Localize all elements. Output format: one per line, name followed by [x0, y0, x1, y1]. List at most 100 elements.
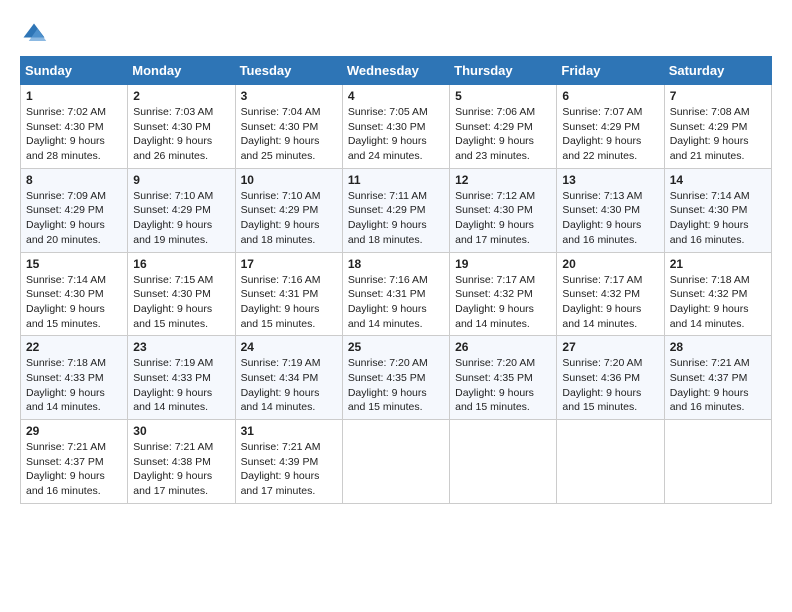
day-info: Sunrise: 7:03 AM Sunset: 4:30 PM Dayligh…: [133, 105, 229, 164]
calendar-cell: [664, 420, 771, 504]
calendar-cell: [342, 420, 449, 504]
day-number: 7: [670, 89, 766, 103]
day-info: Sunrise: 7:02 AM Sunset: 4:30 PM Dayligh…: [26, 105, 122, 164]
column-header-friday: Friday: [557, 57, 664, 85]
calendar-cell: 23 Sunrise: 7:19 AM Sunset: 4:33 PM Dayl…: [128, 336, 235, 420]
day-number: 10: [241, 173, 337, 187]
day-info: Sunrise: 7:08 AM Sunset: 4:29 PM Dayligh…: [670, 105, 766, 164]
day-info: Sunrise: 7:18 AM Sunset: 4:32 PM Dayligh…: [670, 273, 766, 332]
day-number: 14: [670, 173, 766, 187]
column-header-saturday: Saturday: [664, 57, 771, 85]
day-number: 28: [670, 340, 766, 354]
calendar-cell: [557, 420, 664, 504]
calendar-cell: 13 Sunrise: 7:13 AM Sunset: 4:30 PM Dayl…: [557, 168, 664, 252]
day-info: Sunrise: 7:15 AM Sunset: 4:30 PM Dayligh…: [133, 273, 229, 332]
calendar-week-row: 15 Sunrise: 7:14 AM Sunset: 4:30 PM Dayl…: [21, 252, 772, 336]
calendar-cell: 26 Sunrise: 7:20 AM Sunset: 4:35 PM Dayl…: [450, 336, 557, 420]
day-number: 22: [26, 340, 122, 354]
calendar-table: SundayMondayTuesdayWednesdayThursdayFrid…: [20, 56, 772, 504]
column-header-tuesday: Tuesday: [235, 57, 342, 85]
day-info: Sunrise: 7:16 AM Sunset: 4:31 PM Dayligh…: [241, 273, 337, 332]
calendar-cell: 16 Sunrise: 7:15 AM Sunset: 4:30 PM Dayl…: [128, 252, 235, 336]
calendar-cell: 17 Sunrise: 7:16 AM Sunset: 4:31 PM Dayl…: [235, 252, 342, 336]
day-info: Sunrise: 7:10 AM Sunset: 4:29 PM Dayligh…: [133, 189, 229, 248]
day-info: Sunrise: 7:05 AM Sunset: 4:30 PM Dayligh…: [348, 105, 444, 164]
calendar-cell: 6 Sunrise: 7:07 AM Sunset: 4:29 PM Dayli…: [557, 85, 664, 169]
day-number: 21: [670, 257, 766, 271]
day-number: 4: [348, 89, 444, 103]
day-info: Sunrise: 7:19 AM Sunset: 4:34 PM Dayligh…: [241, 356, 337, 415]
calendar-week-row: 29 Sunrise: 7:21 AM Sunset: 4:37 PM Dayl…: [21, 420, 772, 504]
day-info: Sunrise: 7:14 AM Sunset: 4:30 PM Dayligh…: [26, 273, 122, 332]
calendar-cell: [450, 420, 557, 504]
day-info: Sunrise: 7:10 AM Sunset: 4:29 PM Dayligh…: [241, 189, 337, 248]
day-info: Sunrise: 7:13 AM Sunset: 4:30 PM Dayligh…: [562, 189, 658, 248]
day-info: Sunrise: 7:07 AM Sunset: 4:29 PM Dayligh…: [562, 105, 658, 164]
day-number: 24: [241, 340, 337, 354]
column-header-wednesday: Wednesday: [342, 57, 449, 85]
calendar-cell: 3 Sunrise: 7:04 AM Sunset: 4:30 PM Dayli…: [235, 85, 342, 169]
logo-icon: [20, 20, 48, 48]
calendar-cell: 5 Sunrise: 7:06 AM Sunset: 4:29 PM Dayli…: [450, 85, 557, 169]
day-info: Sunrise: 7:04 AM Sunset: 4:30 PM Dayligh…: [241, 105, 337, 164]
column-header-sunday: Sunday: [21, 57, 128, 85]
day-number: 9: [133, 173, 229, 187]
day-info: Sunrise: 7:06 AM Sunset: 4:29 PM Dayligh…: [455, 105, 551, 164]
calendar-cell: 11 Sunrise: 7:11 AM Sunset: 4:29 PM Dayl…: [342, 168, 449, 252]
day-number: 11: [348, 173, 444, 187]
calendar-cell: 12 Sunrise: 7:12 AM Sunset: 4:30 PM Dayl…: [450, 168, 557, 252]
calendar-week-row: 8 Sunrise: 7:09 AM Sunset: 4:29 PM Dayli…: [21, 168, 772, 252]
day-info: Sunrise: 7:09 AM Sunset: 4:29 PM Dayligh…: [26, 189, 122, 248]
day-number: 3: [241, 89, 337, 103]
calendar-cell: 10 Sunrise: 7:10 AM Sunset: 4:29 PM Dayl…: [235, 168, 342, 252]
day-info: Sunrise: 7:12 AM Sunset: 4:30 PM Dayligh…: [455, 189, 551, 248]
day-number: 2: [133, 89, 229, 103]
calendar-cell: 25 Sunrise: 7:20 AM Sunset: 4:35 PM Dayl…: [342, 336, 449, 420]
day-info: Sunrise: 7:21 AM Sunset: 4:37 PM Dayligh…: [26, 440, 122, 499]
day-number: 23: [133, 340, 229, 354]
day-number: 13: [562, 173, 658, 187]
day-info: Sunrise: 7:20 AM Sunset: 4:35 PM Dayligh…: [455, 356, 551, 415]
calendar-cell: 29 Sunrise: 7:21 AM Sunset: 4:37 PM Dayl…: [21, 420, 128, 504]
calendar-cell: 7 Sunrise: 7:08 AM Sunset: 4:29 PM Dayli…: [664, 85, 771, 169]
calendar-cell: 14 Sunrise: 7:14 AM Sunset: 4:30 PM Dayl…: [664, 168, 771, 252]
calendar-cell: 9 Sunrise: 7:10 AM Sunset: 4:29 PM Dayli…: [128, 168, 235, 252]
calendar-cell: 4 Sunrise: 7:05 AM Sunset: 4:30 PM Dayli…: [342, 85, 449, 169]
day-number: 27: [562, 340, 658, 354]
day-number: 1: [26, 89, 122, 103]
day-number: 15: [26, 257, 122, 271]
day-number: 17: [241, 257, 337, 271]
day-info: Sunrise: 7:21 AM Sunset: 4:39 PM Dayligh…: [241, 440, 337, 499]
day-number: 29: [26, 424, 122, 438]
day-number: 16: [133, 257, 229, 271]
day-info: Sunrise: 7:17 AM Sunset: 4:32 PM Dayligh…: [455, 273, 551, 332]
calendar-cell: 15 Sunrise: 7:14 AM Sunset: 4:30 PM Dayl…: [21, 252, 128, 336]
day-info: Sunrise: 7:19 AM Sunset: 4:33 PM Dayligh…: [133, 356, 229, 415]
day-number: 31: [241, 424, 337, 438]
calendar-week-row: 22 Sunrise: 7:18 AM Sunset: 4:33 PM Dayl…: [21, 336, 772, 420]
calendar-cell: 20 Sunrise: 7:17 AM Sunset: 4:32 PM Dayl…: [557, 252, 664, 336]
day-info: Sunrise: 7:16 AM Sunset: 4:31 PM Dayligh…: [348, 273, 444, 332]
day-number: 8: [26, 173, 122, 187]
day-info: Sunrise: 7:17 AM Sunset: 4:32 PM Dayligh…: [562, 273, 658, 332]
day-info: Sunrise: 7:20 AM Sunset: 4:35 PM Dayligh…: [348, 356, 444, 415]
day-info: Sunrise: 7:21 AM Sunset: 4:37 PM Dayligh…: [670, 356, 766, 415]
column-header-monday: Monday: [128, 57, 235, 85]
calendar-cell: 21 Sunrise: 7:18 AM Sunset: 4:32 PM Dayl…: [664, 252, 771, 336]
logo: [20, 20, 52, 48]
day-info: Sunrise: 7:20 AM Sunset: 4:36 PM Dayligh…: [562, 356, 658, 415]
calendar-cell: 1 Sunrise: 7:02 AM Sunset: 4:30 PM Dayli…: [21, 85, 128, 169]
calendar-cell: 31 Sunrise: 7:21 AM Sunset: 4:39 PM Dayl…: [235, 420, 342, 504]
calendar-cell: 30 Sunrise: 7:21 AM Sunset: 4:38 PM Dayl…: [128, 420, 235, 504]
page-header: [20, 16, 772, 48]
calendar-cell: 22 Sunrise: 7:18 AM Sunset: 4:33 PM Dayl…: [21, 336, 128, 420]
calendar-cell: 8 Sunrise: 7:09 AM Sunset: 4:29 PM Dayli…: [21, 168, 128, 252]
calendar-cell: 28 Sunrise: 7:21 AM Sunset: 4:37 PM Dayl…: [664, 336, 771, 420]
calendar-cell: 19 Sunrise: 7:17 AM Sunset: 4:32 PM Dayl…: [450, 252, 557, 336]
day-info: Sunrise: 7:18 AM Sunset: 4:33 PM Dayligh…: [26, 356, 122, 415]
day-number: 26: [455, 340, 551, 354]
column-header-thursday: Thursday: [450, 57, 557, 85]
day-info: Sunrise: 7:14 AM Sunset: 4:30 PM Dayligh…: [670, 189, 766, 248]
day-number: 30: [133, 424, 229, 438]
day-number: 20: [562, 257, 658, 271]
